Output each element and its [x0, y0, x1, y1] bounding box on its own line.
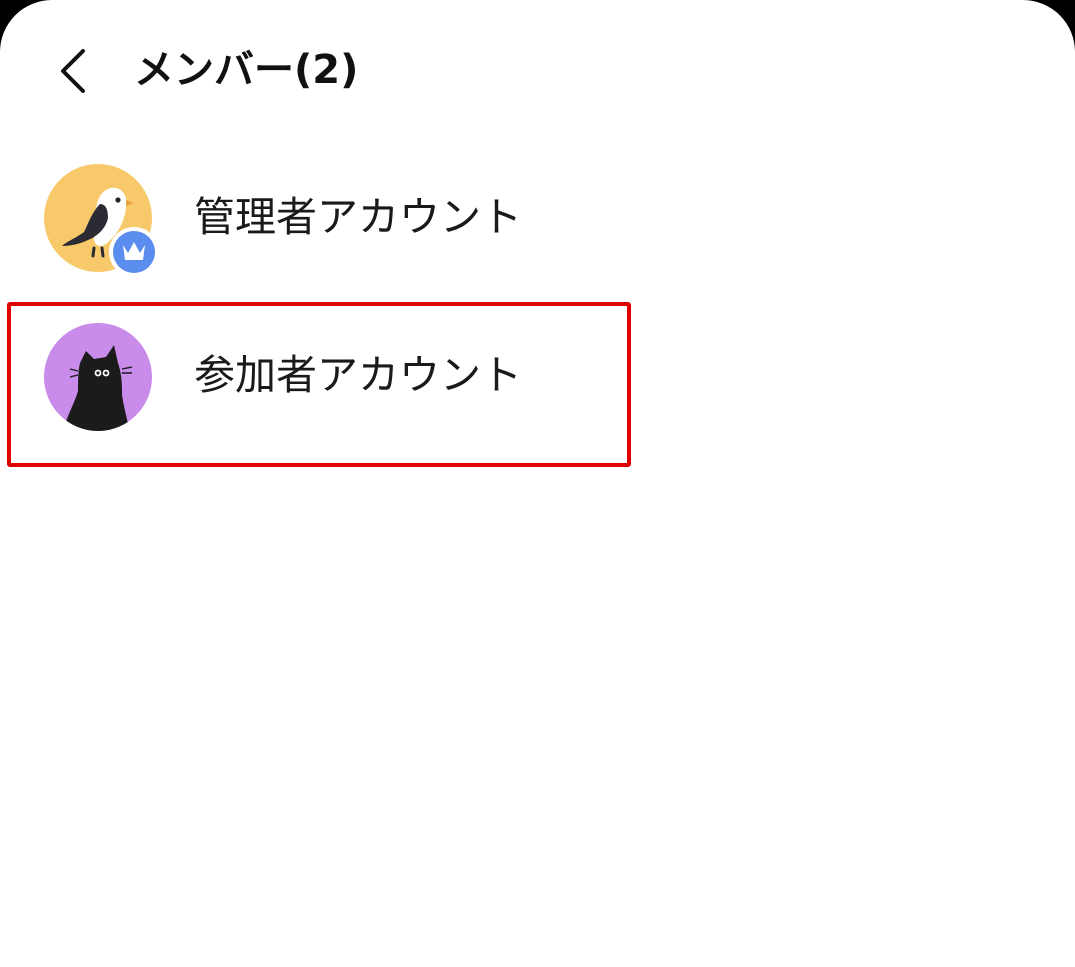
back-button[interactable]: [40, 38, 106, 104]
avatar: [44, 164, 159, 277]
member-list-sheet: メンバー(2) 管理者アカウント 参加者アカウント: [0, 0, 1075, 967]
chevron-left-icon: [61, 49, 85, 93]
crown-icon: [109, 227, 159, 277]
member-name: 管理者アカウント: [194, 193, 522, 241]
member-row-participant[interactable]: 参加者アカウント: [0, 302, 640, 452]
member-row-admin[interactable]: 管理者アカウント: [0, 142, 640, 292]
cat-avatar-icon: [44, 323, 152, 431]
avatar: [44, 323, 152, 431]
header: メンバー(2): [0, 30, 1075, 114]
member-name: 参加者アカウント: [194, 351, 522, 399]
page-title: メンバー(2): [134, 47, 359, 93]
